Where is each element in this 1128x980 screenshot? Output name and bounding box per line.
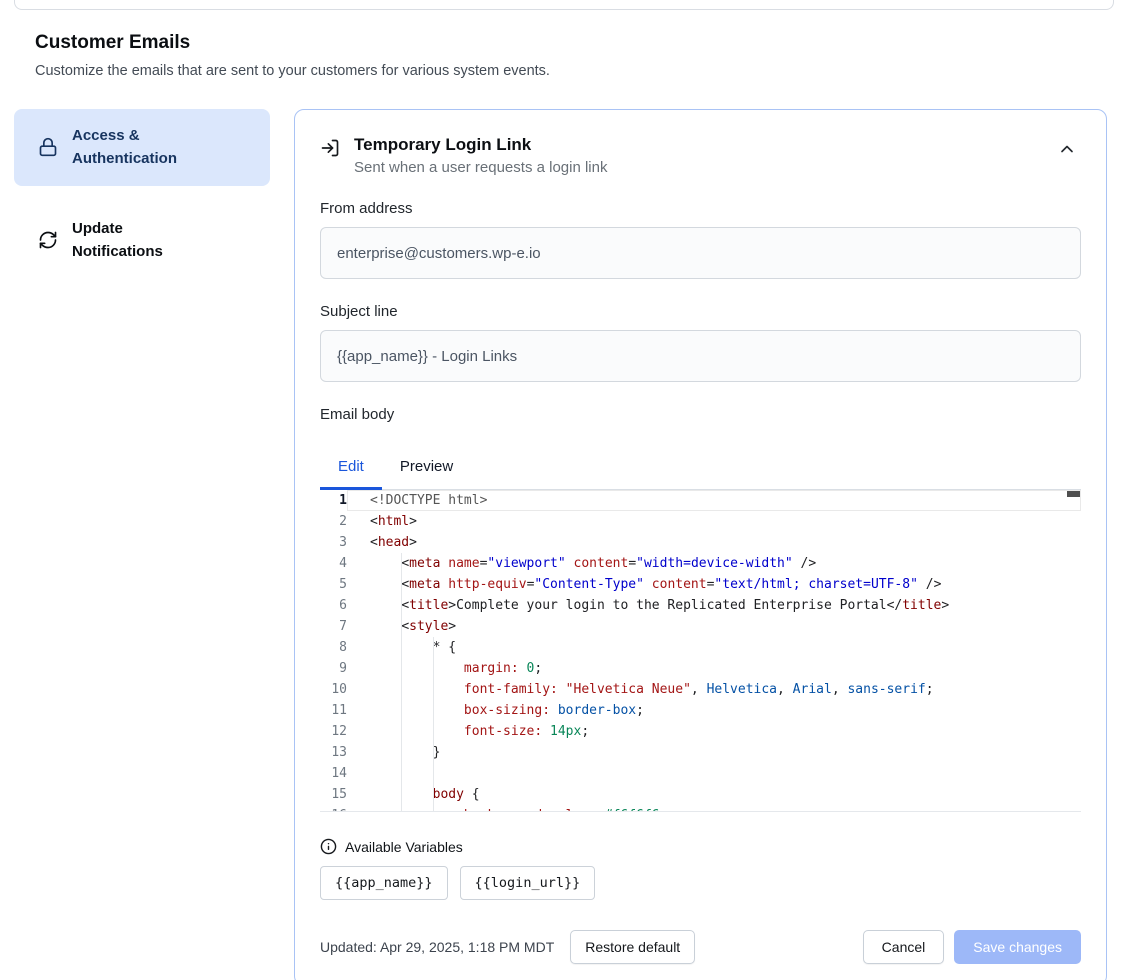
line-number: 4 — [320, 553, 347, 574]
code-text: background-color: #f6f6f6; — [347, 805, 1081, 812]
from-address-input[interactable] — [320, 227, 1081, 279]
line-number: 11 — [320, 700, 347, 721]
code-line: 5 <meta http-equiv="Content-Type" conten… — [320, 574, 1081, 595]
cancel-button[interactable]: Cancel — [863, 930, 945, 964]
collapse-button[interactable] — [1053, 135, 1081, 163]
code-line: 11 box-sizing: border-box; — [320, 700, 1081, 721]
email-template-panel: Temporary Login Link Sent when a user re… — [294, 109, 1107, 980]
panel-header-text: Temporary Login Link Sent when a user re… — [354, 135, 607, 176]
code-text: box-sizing: border-box; — [347, 700, 1081, 721]
code-text: <style> — [347, 616, 1081, 637]
editor-tabs: Edit Preview — [320, 447, 1081, 490]
lock-icon — [38, 137, 58, 157]
sidebar-item-label: Access & Authentication — [72, 124, 202, 171]
line-number: 2 — [320, 511, 347, 532]
page-title: Customer Emails — [35, 32, 1128, 54]
code-line: 13 } — [320, 742, 1081, 763]
code-text: <meta http-equiv="Content-Type" content=… — [347, 574, 1081, 595]
code-text: <html> — [347, 511, 1081, 532]
variable-chip-login-url[interactable]: {{login_url}} — [460, 866, 596, 900]
code-line: 9 margin: 0; — [320, 658, 1081, 679]
panel-footer: Updated: Apr 29, 2025, 1:18 PM MDT Resto… — [320, 930, 1081, 964]
email-body-label: Email body — [320, 406, 1081, 423]
code-editor[interactable]: 1<!DOCTYPE html>2<html>3<head>4 <meta na… — [320, 490, 1081, 812]
code-line: 6 <title>Complete your login to the Repl… — [320, 595, 1081, 616]
indent-guide — [401, 553, 402, 811]
code-line: 8 * { — [320, 637, 1081, 658]
info-icon — [320, 838, 337, 855]
chevron-up-icon — [1057, 139, 1077, 159]
line-number: 1 — [320, 490, 347, 511]
line-number: 12 — [320, 721, 347, 742]
code-line: 10 font-family: "Helvetica Neue", Helvet… — [320, 679, 1081, 700]
code-line: 4 <meta name="viewport" content="width=d… — [320, 553, 1081, 574]
line-number: 7 — [320, 616, 347, 637]
sidebar-item-update-notifications[interactable]: Update Notifications — [14, 202, 270, 279]
indent-guide — [433, 637, 434, 811]
line-number: 15 — [320, 784, 347, 805]
sidebar-item-access-authentication[interactable]: Access & Authentication — [14, 109, 270, 186]
code-text: <!DOCTYPE html> — [347, 490, 1081, 511]
line-number: 3 — [320, 532, 347, 553]
email-types-sidebar: Access & Authentication Update Notificat… — [14, 109, 270, 278]
code-line: 3<head> — [320, 532, 1081, 553]
code-line: 16 background-color: #f6f6f6; — [320, 805, 1081, 812]
code-lines: 1<!DOCTYPE html>2<html>3<head>4 <meta na… — [320, 490, 1081, 812]
code-text: * { — [347, 637, 1081, 658]
previous-card-edge — [14, 0, 1114, 10]
code-line: 1<!DOCTYPE html> — [320, 490, 1081, 511]
log-in-icon — [320, 138, 340, 158]
line-number: 16 — [320, 805, 347, 812]
variable-chip-app-name[interactable]: {{app_name}} — [320, 866, 448, 900]
code-line: 14 — [320, 763, 1081, 784]
main-layout: Access & Authentication Update Notificat… — [14, 109, 1107, 980]
line-number: 6 — [320, 595, 347, 616]
page-subtitle: Customize the emails that are sent to yo… — [35, 63, 1128, 79]
line-number: 5 — [320, 574, 347, 595]
editor-scrollbar[interactable] — [1067, 491, 1080, 497]
code-line: 2<html> — [320, 511, 1081, 532]
line-number: 8 — [320, 637, 347, 658]
save-changes-button[interactable]: Save changes — [954, 930, 1081, 964]
line-number: 10 — [320, 679, 347, 700]
code-line: 12 font-size: 14px; — [320, 721, 1081, 742]
available-variables-label: Available Variables — [345, 839, 463, 855]
panel-subtitle: Sent when a user requests a login link — [354, 159, 607, 176]
code-text: <title>Complete your login to the Replic… — [347, 595, 1081, 616]
code-text: } — [347, 742, 1081, 763]
restore-default-button[interactable]: Restore default — [570, 930, 695, 964]
available-variables-header: Available Variables — [320, 838, 1081, 855]
code-text: font-size: 14px; — [347, 721, 1081, 742]
code-text: font-family: "Helvetica Neue", Helvetica… — [347, 679, 1081, 700]
code-line: 7 <style> — [320, 616, 1081, 637]
line-number: 13 — [320, 742, 347, 763]
from-address-label: From address — [320, 200, 1081, 217]
code-text: margin: 0; — [347, 658, 1081, 679]
updated-timestamp: Updated: Apr 29, 2025, 1:18 PM MDT — [320, 939, 554, 955]
code-text: body { — [347, 784, 1081, 805]
tab-edit[interactable]: Edit — [320, 447, 382, 490]
line-number: 9 — [320, 658, 347, 679]
subject-line-label: Subject line — [320, 303, 1081, 320]
sidebar-item-label: Update Notifications — [72, 217, 202, 264]
variable-chips: {{app_name}} {{login_url}} — [320, 866, 1081, 900]
refresh-icon — [38, 230, 58, 250]
tab-preview[interactable]: Preview — [382, 447, 471, 490]
panel-title: Temporary Login Link — [354, 135, 607, 155]
line-number: 14 — [320, 763, 347, 784]
code-text — [347, 763, 1081, 784]
panel-header: Temporary Login Link Sent when a user re… — [320, 135, 1081, 176]
code-text: <head> — [347, 532, 1081, 553]
subject-line-input[interactable] — [320, 330, 1081, 382]
code-text: <meta name="viewport" content="width=dev… — [347, 553, 1081, 574]
code-line: 15 body { — [320, 784, 1081, 805]
